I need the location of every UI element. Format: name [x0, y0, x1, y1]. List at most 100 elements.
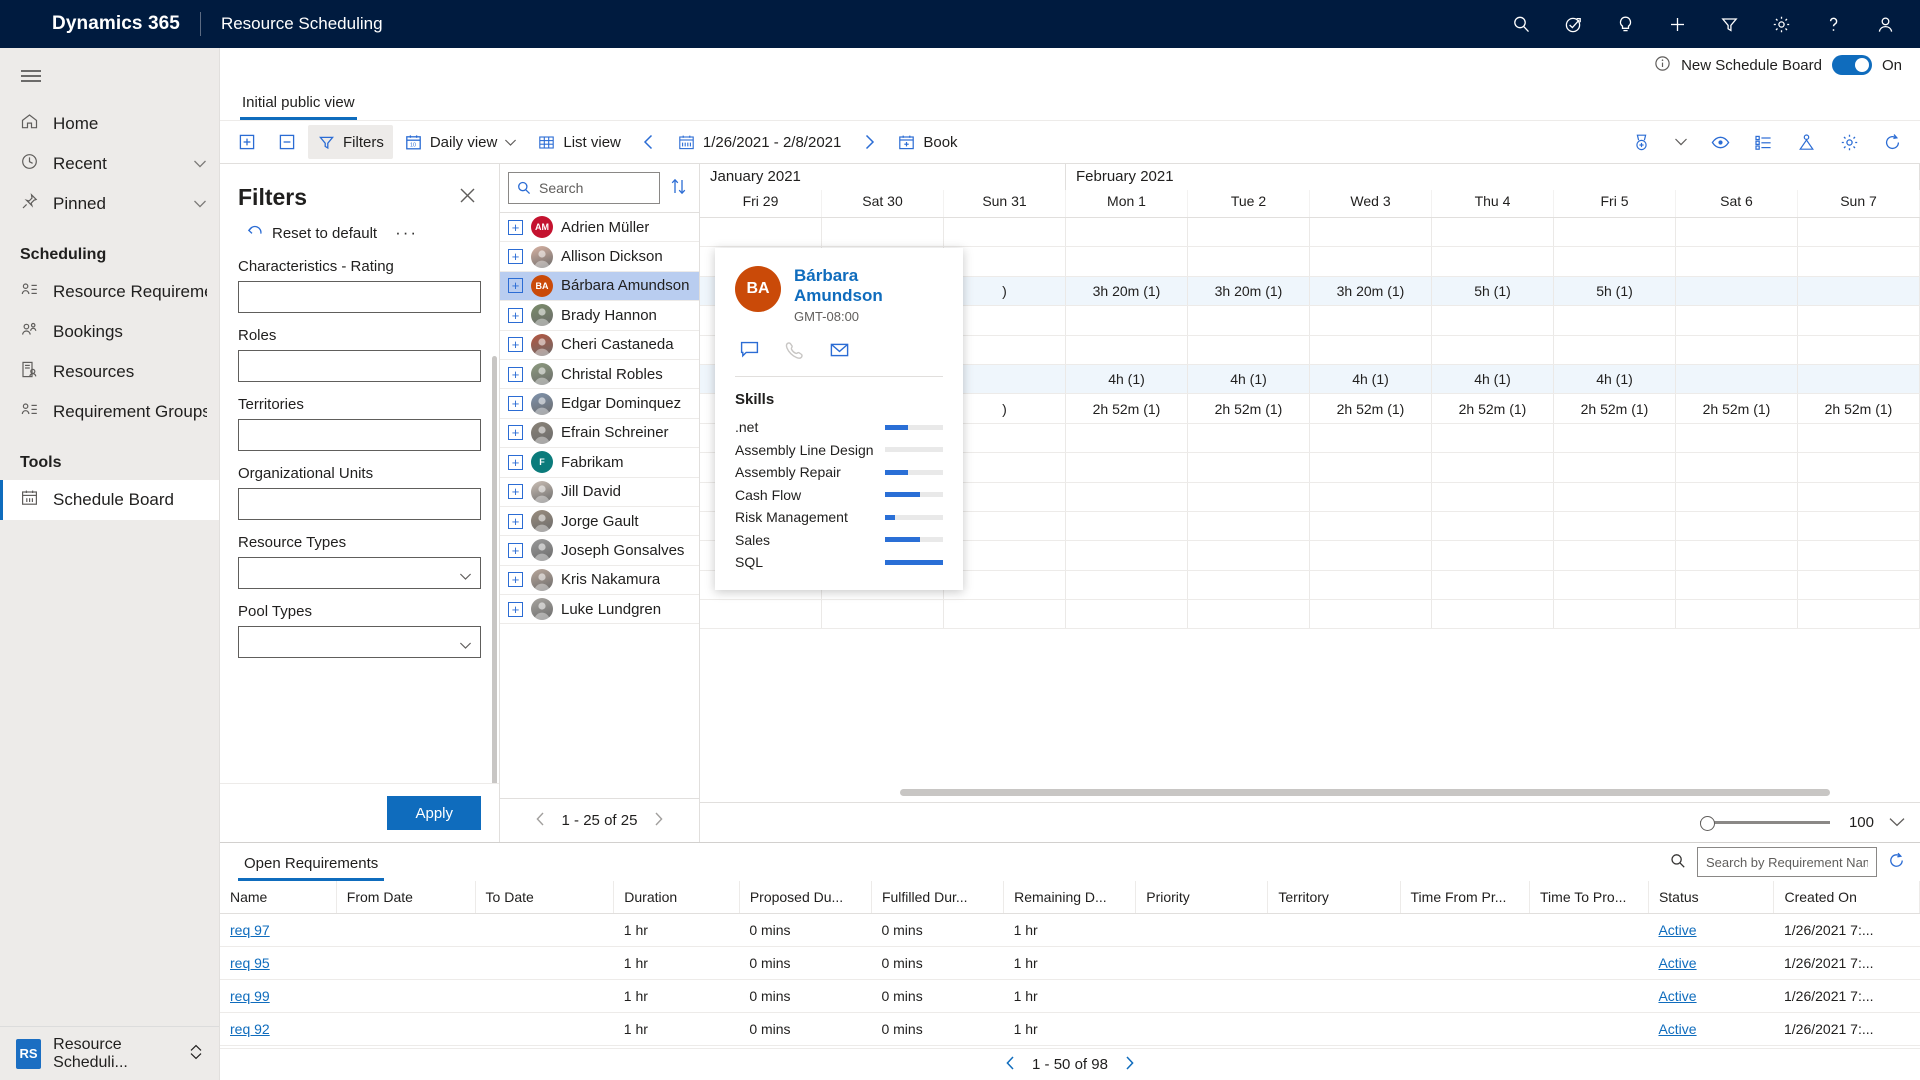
timeline-cell[interactable]: [1188, 600, 1310, 629]
timeline-cell[interactable]: [1676, 453, 1798, 482]
refresh-icon[interactable]: [1887, 851, 1906, 873]
timeline-cell[interactable]: [1554, 482, 1676, 511]
timeline-cell[interactable]: [1432, 423, 1554, 453]
resource-row[interactable]: + Cheri Castaneda: [500, 331, 699, 360]
timeline-cell[interactable]: [1676, 218, 1798, 247]
apply-button[interactable]: Apply: [387, 796, 481, 830]
timeline-cell[interactable]: [1432, 541, 1554, 570]
timeline-cell[interactable]: [1798, 306, 1920, 335]
timeline-cell[interactable]: [1188, 482, 1310, 511]
timeline-cell[interactable]: 2h 52m (1): [1432, 394, 1554, 423]
timeline-cell[interactable]: [700, 218, 822, 247]
help-icon[interactable]: [1812, 3, 1854, 45]
timeline-cell[interactable]: [1066, 600, 1188, 629]
book-button[interactable]: Book: [888, 125, 966, 159]
eye-icon[interactable]: [1701, 125, 1740, 159]
prev-page-icon[interactable]: [1004, 1055, 1018, 1075]
timeline-cell[interactable]: [1432, 482, 1554, 511]
previous-period-button[interactable]: [632, 125, 666, 159]
tab-open-requirements[interactable]: Open Requirements: [230, 855, 392, 881]
timeline-cell[interactable]: 4h (1): [1432, 364, 1554, 394]
timeline-cell[interactable]: [1554, 453, 1676, 482]
chevron-down-icon[interactable]: [1665, 125, 1697, 159]
organizational-units-input[interactable]: [238, 488, 481, 520]
optimize-icon[interactable]: [1622, 125, 1661, 159]
column-header[interactable]: Time To Pro...: [1529, 881, 1649, 914]
expand-resource-icon[interactable]: +: [508, 337, 523, 353]
timeline-cell[interactable]: 2h 52m (1): [1676, 394, 1798, 423]
table-row[interactable]: req 99 1 hr 0 mins 0 mins 1 hr Active 1/26/202…: [220, 979, 1920, 1013]
timeline-cell[interactable]: [1066, 218, 1188, 247]
timeline-cell[interactable]: [1554, 600, 1676, 629]
chevron-down-icon[interactable]: [193, 154, 207, 174]
status-link[interactable]: Active: [1658, 922, 1696, 938]
resource-row[interactable]: + Edgar Dominquez: [500, 389, 699, 419]
timeline-cell[interactable]: 3h 20m (1): [1310, 276, 1432, 306]
column-header[interactable]: Duration: [613, 881, 740, 914]
column-header[interactable]: Created On: [1773, 881, 1920, 914]
timeline-cell[interactable]: [1188, 423, 1310, 453]
lightbulb-icon[interactable]: [1604, 3, 1646, 45]
timeline-cell[interactable]: [1310, 511, 1432, 541]
timeline-cell[interactable]: [1798, 541, 1920, 570]
timeline-cell[interactable]: [1798, 453, 1920, 482]
add-icon[interactable]: [1656, 3, 1698, 45]
timeline-cell[interactable]: [944, 218, 1066, 247]
roles-input[interactable]: [238, 350, 481, 382]
column-header[interactable]: From Date: [336, 881, 476, 914]
daily-view-dropdown[interactable]: 10 Daily view: [395, 125, 527, 159]
column-header[interactable]: To Date: [475, 881, 615, 914]
collapse-rows-button[interactable]: [268, 125, 306, 159]
timeline-cell[interactable]: [1310, 453, 1432, 482]
chevron-down-icon[interactable]: [193, 194, 207, 214]
timeline-cell[interactable]: [1310, 570, 1432, 600]
timeline-cell[interactable]: [1066, 541, 1188, 570]
timeline-cell[interactable]: 5h (1): [1554, 276, 1676, 306]
column-header[interactable]: Time From Pr...: [1400, 881, 1531, 914]
sidebar-item-resources[interactable]: Resources: [0, 352, 219, 392]
timeline-cell[interactable]: [1066, 482, 1188, 511]
timeline-cell[interactable]: 4h (1): [1188, 364, 1310, 394]
refresh-icon[interactable]: [1873, 125, 1912, 159]
timeline-cell[interactable]: [1188, 218, 1310, 247]
map-pin-icon[interactable]: [1787, 125, 1826, 159]
resource-row[interactable]: + Jill David: [500, 478, 699, 507]
timeline-cell[interactable]: [1798, 570, 1920, 600]
settings-icon[interactable]: [1830, 125, 1869, 159]
email-icon[interactable]: [829, 340, 850, 363]
expand-resource-icon[interactable]: +: [508, 572, 523, 588]
status-link[interactable]: Active: [1658, 1021, 1696, 1037]
timeline-cell[interactable]: [1554, 218, 1676, 247]
expand-resource-icon[interactable]: +: [508, 278, 523, 294]
resource-row[interactable]: + Luke Lundgren: [500, 595, 699, 625]
column-header[interactable]: Fulfilled Dur...: [871, 881, 1005, 914]
timeline-cell[interactable]: [1432, 247, 1554, 276]
timeline-cell[interactable]: [1798, 423, 1920, 453]
relevance-search-icon[interactable]: [1552, 3, 1594, 45]
expand-resource-icon[interactable]: +: [508, 513, 523, 529]
column-header[interactable]: Territory: [1267, 881, 1401, 914]
timeline-cell[interactable]: 4h (1): [1066, 364, 1188, 394]
territories-input[interactable]: [238, 419, 481, 451]
timeline-cell[interactable]: 2h 52m (1): [1554, 394, 1676, 423]
next-page-icon[interactable]: [1122, 1055, 1136, 1075]
next-page-icon[interactable]: [651, 811, 665, 831]
expand-resource-icon[interactable]: +: [508, 396, 523, 412]
timeline-cell[interactable]: 5h (1): [1432, 276, 1554, 306]
resource-row[interactable]: + AM Adrien Müller: [500, 213, 699, 243]
expand-resource-icon[interactable]: +: [508, 307, 523, 323]
timeline-cell[interactable]: [1188, 247, 1310, 276]
timeline-cell[interactable]: [1432, 570, 1554, 600]
timeline-cell[interactable]: [1066, 570, 1188, 600]
close-icon[interactable]: [454, 182, 481, 212]
status-link[interactable]: Active: [1658, 955, 1696, 971]
timeline-cell[interactable]: [1432, 335, 1554, 364]
filters-scrollbar[interactable]: [492, 356, 497, 783]
resource-row[interactable]: + Christal Robles: [500, 360, 699, 390]
timeline-cell[interactable]: [1310, 247, 1432, 276]
timeline-cell[interactable]: [1310, 541, 1432, 570]
resource-row[interactable]: + BA Bárbara Amundson: [500, 271, 699, 302]
timeline-cell[interactable]: 4h (1): [1554, 364, 1676, 394]
resource-row[interactable]: + Efrain Schreiner: [500, 419, 699, 449]
timeline-cell[interactable]: [1188, 570, 1310, 600]
